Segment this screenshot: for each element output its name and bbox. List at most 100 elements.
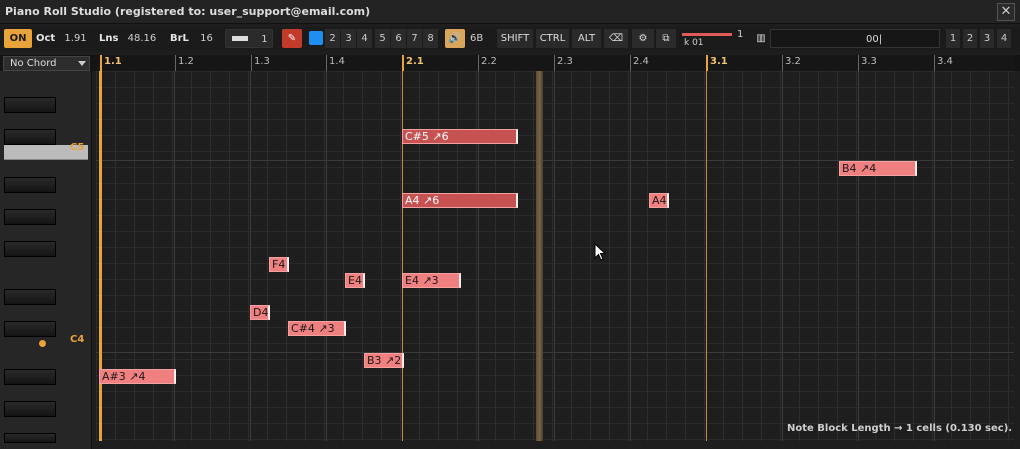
beat-line [934, 71, 935, 441]
beat-line [554, 71, 555, 441]
bar-line [706, 71, 707, 441]
ruler-tick: 2.1 [402, 55, 424, 71]
speaker-button[interactable]: 🔊 [445, 29, 465, 48]
channel-2-button[interactable]: 2 [325, 29, 340, 48]
octave-line [96, 352, 1014, 353]
channel-8-button[interactable]: 8 [423, 29, 438, 48]
page-4-button[interactable]: 4 [997, 29, 1011, 48]
note-block[interactable]: E4 [345, 273, 365, 288]
speaker-icon: 🔊 [448, 33, 462, 44]
lines-control[interactable]: Lns 48.16 [99, 29, 161, 48]
lns-label: Lns [99, 33, 119, 44]
alt-button[interactable]: ALT [572, 29, 601, 48]
oct-label: Oct [36, 33, 56, 44]
beat-line [326, 71, 327, 441]
voice-icon [232, 35, 248, 41]
channel-7-button[interactable]: 7 [407, 29, 422, 48]
ruler-tick: 1.3 [251, 55, 270, 71]
bar-line [402, 71, 403, 441]
note-grid[interactable]: C#5 ↗6 B4 ↗4 A4 ↗6 A4 F4 E4 E4 ↗3 D4 C#4… [96, 71, 1014, 441]
track-value: 1 [737, 29, 744, 40]
oct-value: 1.91 [64, 33, 87, 44]
black-key[interactable] [4, 129, 56, 145]
ruler-tick: 1.1 [100, 55, 122, 71]
note-block[interactable]: C#4 ↗3 [288, 321, 346, 336]
window-mode-button[interactable]: ⧉ [656, 29, 676, 48]
eraser-button[interactable]: ⌫ [604, 29, 628, 48]
ruler-tick: 3.3 [858, 55, 877, 71]
page-1-button[interactable]: 1 [946, 29, 960, 48]
ruler-tick: 3.2 [782, 55, 801, 71]
octave-control[interactable]: Oct 1.91 [36, 29, 94, 48]
close-icon: ✕ [1000, 4, 1012, 19]
windows-icon: ⧉ [662, 33, 670, 44]
title-bar: Piano Roll Studio (registered to: user_s… [0, 0, 1020, 24]
black-key[interactable] [4, 369, 56, 385]
eraser-icon: ⌫ [608, 33, 624, 44]
lns-value: 48.16 [127, 33, 157, 44]
pencil-tool-button[interactable]: ✎ [282, 29, 302, 48]
beat-line [174, 71, 175, 441]
on-toggle[interactable]: ON [4, 29, 32, 48]
black-key[interactable] [4, 209, 56, 225]
note-block[interactable]: A#3 ↗4 [99, 369, 176, 384]
black-key[interactable] [4, 401, 56, 417]
channel-5-button[interactable]: 5 [375, 29, 390, 48]
note-input-field[interactable]: 00| [770, 29, 940, 48]
status-text: Note Block Length → 1 cells (0.130 sec). [787, 423, 1013, 434]
bar-length-control[interactable]: BrL 16 [170, 29, 218, 48]
ruler-tick: 2.4 [630, 55, 649, 71]
channel-6-button[interactable]: 6 [391, 29, 406, 48]
close-button[interactable]: ✕ [997, 3, 1015, 21]
playhead[interactable] [536, 71, 543, 441]
piano-keyboard[interactable]: C5 C4 [0, 71, 92, 449]
beat-line [782, 71, 783, 441]
note-block[interactable]: A4 [649, 193, 669, 208]
key-label-c5: C5 [70, 142, 85, 153]
note-block[interactable]: B3 ↗2 [364, 353, 404, 368]
middle-c-marker [39, 340, 46, 347]
timeline-ruler[interactable]: 1.1 1.2 1.3 1.4 2.1 2.2 2.3 2.4 3.1 3.2 … [96, 55, 1014, 71]
window-title: Piano Roll Studio (registered to: user_s… [5, 5, 371, 18]
ruler-tick: 3.4 [934, 55, 953, 71]
note-block[interactable]: C#5 ↗6 [402, 129, 518, 144]
note-block[interactable]: A4 ↗6 [402, 193, 518, 208]
mouse-cursor-icon [594, 243, 606, 261]
channel-1-button[interactable] [309, 31, 323, 45]
page-3-button[interactable]: 3 [980, 29, 994, 48]
key-label-c4: C4 [70, 334, 85, 345]
channel-4-button[interactable]: 4 [357, 29, 372, 48]
black-key[interactable] [4, 97, 56, 113]
pencil-icon: ✎ [287, 33, 297, 44]
note-block[interactable]: E4 ↗3 [402, 273, 461, 288]
ctrl-button[interactable]: CTRL [536, 29, 569, 48]
gear-icon: ⚙ [638, 33, 648, 44]
ruler-tick: 3.1 [706, 55, 728, 71]
black-key[interactable] [4, 289, 56, 305]
bar-line [99, 71, 102, 441]
beat-line [478, 71, 479, 441]
black-key[interactable] [4, 177, 56, 193]
chord-selected: No Chord [10, 58, 57, 69]
chord-dropdown[interactable]: No Chord [3, 56, 90, 71]
volume-value[interactable]: 6B [470, 29, 490, 48]
note-block[interactable]: D4 [250, 305, 270, 320]
track-selector[interactable]: 1 k 01 [682, 29, 746, 48]
page-2-button[interactable]: 2 [963, 29, 977, 48]
black-key[interactable] [4, 433, 56, 443]
black-key[interactable] [4, 321, 56, 337]
beat-line [858, 71, 859, 441]
keyboard-icon: ▥ [756, 33, 766, 44]
beat-line [250, 71, 251, 441]
black-key[interactable] [4, 241, 56, 257]
note-block[interactable]: B4 ↗4 [839, 161, 917, 176]
channel-3-button[interactable]: 3 [341, 29, 356, 48]
chevron-down-icon [78, 61, 86, 66]
toolbar: ON Oct 1.91 Lns 48.16 BrL 16 1 ✎ 2 3 4 5… [0, 27, 1020, 51]
shift-button[interactable]: SHIFT [497, 29, 533, 48]
brl-label: BrL [170, 33, 189, 44]
note-block[interactable]: F4 [269, 257, 289, 272]
voice-selector[interactable]: 1 [225, 29, 273, 48]
ruler-row: No Chord 1.1 1.2 1.3 1.4 2.1 2.2 2.3 2.4… [0, 55, 1020, 71]
settings-button[interactable]: ⚙ [632, 29, 654, 48]
